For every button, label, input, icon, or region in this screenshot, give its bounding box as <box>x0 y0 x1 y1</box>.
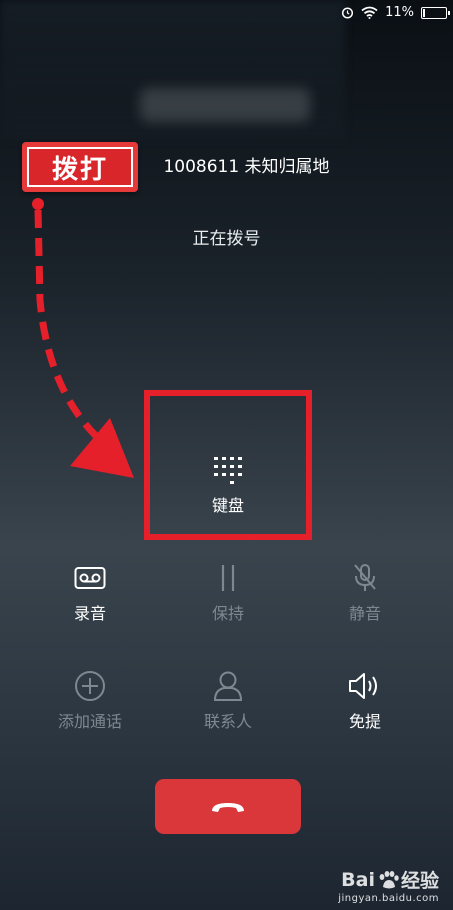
record-button[interactable]: 录音 <box>40 560 140 624</box>
status-bar: 11% <box>0 0 453 28</box>
baidu-watermark: Bai 经验 jingyan.baidu.com <box>338 866 439 905</box>
battery-percent: 11% <box>385 5 414 20</box>
blurred-contact-name <box>140 88 310 122</box>
mute-button[interactable]: 静音 <box>315 560 415 624</box>
hold-label: 保持 <box>211 604 244 623</box>
battery-fill <box>423 8 426 17</box>
add-circle-icon <box>75 671 105 701</box>
dialpad-icon <box>214 457 242 484</box>
watermark-brand-right: 经验 <box>400 870 439 892</box>
battery-icon <box>421 6 450 19</box>
add-call-label: 添加通话 <box>57 712 122 731</box>
record-label: 录音 <box>73 604 106 623</box>
annotation-label-text: 拨打 <box>27 147 133 187</box>
end-call-button[interactable] <box>155 779 301 834</box>
pause-icon <box>221 565 235 591</box>
keypad-label: 键盘 <box>211 496 244 515</box>
voicemail-icon <box>74 567 106 589</box>
alarm-icon <box>342 7 354 19</box>
watermark-url: jingyan.baidu.com <box>338 893 439 904</box>
mute-label: 静音 <box>348 604 381 623</box>
paw-icon <box>379 870 399 888</box>
contacts-label: 联系人 <box>203 712 252 731</box>
add-call-button[interactable]: 添加通话 <box>40 668 140 732</box>
hang-up-icon <box>212 802 244 812</box>
speaker-button[interactable]: 免提 <box>315 668 415 732</box>
wifi-icon <box>361 6 378 19</box>
mic-off-icon <box>354 564 376 591</box>
speaker-icon <box>349 673 377 699</box>
annotation-label: 拨打 <box>22 142 138 192</box>
watermark-brand-left: Bai <box>341 868 375 891</box>
hold-button[interactable]: 保持 <box>178 560 278 624</box>
keypad-button[interactable]: 键盘 <box>178 452 278 516</box>
person-icon <box>213 671 243 701</box>
contacts-button[interactable]: 联系人 <box>178 668 278 732</box>
speaker-label: 免提 <box>348 712 381 731</box>
call-status: 正在拨号 <box>192 229 261 249</box>
